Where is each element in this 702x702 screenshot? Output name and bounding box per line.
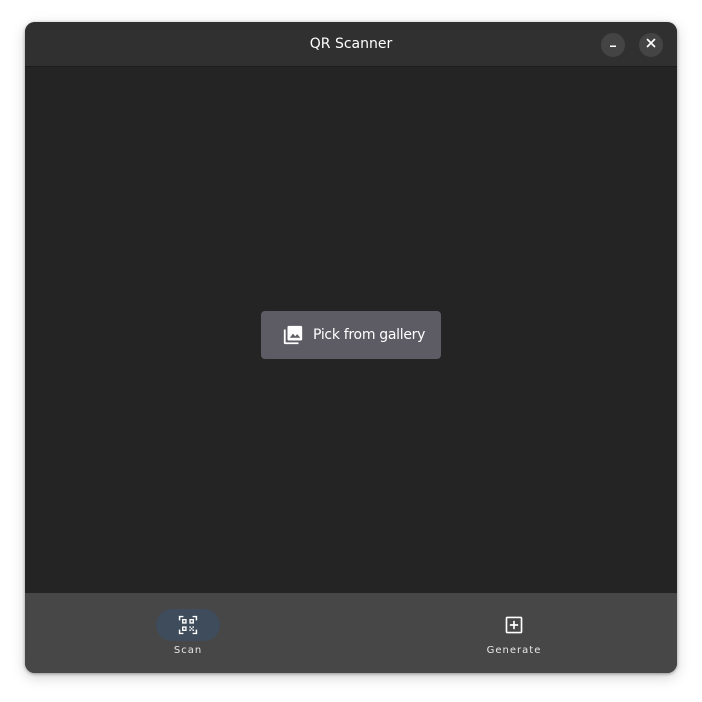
header-bar: QR Scanner: [25, 22, 677, 67]
close-icon: [645, 36, 657, 54]
scanner-view: Pick from gallery: [25, 67, 677, 593]
bottom-navigation: Scan Generate: [25, 593, 677, 673]
qr-scan-icon: [176, 613, 200, 637]
close-button[interactable]: [639, 33, 663, 57]
nav-item-generate[interactable]: Generate: [351, 593, 677, 673]
nav-label-generate: Generate: [486, 645, 542, 656]
nav-item-scan[interactable]: Scan: [25, 593, 351, 673]
add-box-icon: [502, 613, 526, 637]
app-window: QR Scanner Pick from gallery Scan Genera…: [25, 22, 677, 673]
minimize-button[interactable]: [601, 33, 625, 57]
pick-from-gallery-label: Pick from gallery: [313, 327, 426, 343]
minimize-icon: [607, 36, 619, 54]
photo-library-icon: [281, 323, 305, 347]
window-title: QR Scanner: [309, 36, 393, 52]
pick-from-gallery-button[interactable]: Pick from gallery: [261, 311, 441, 359]
nav-label-scan: Scan: [173, 645, 203, 656]
